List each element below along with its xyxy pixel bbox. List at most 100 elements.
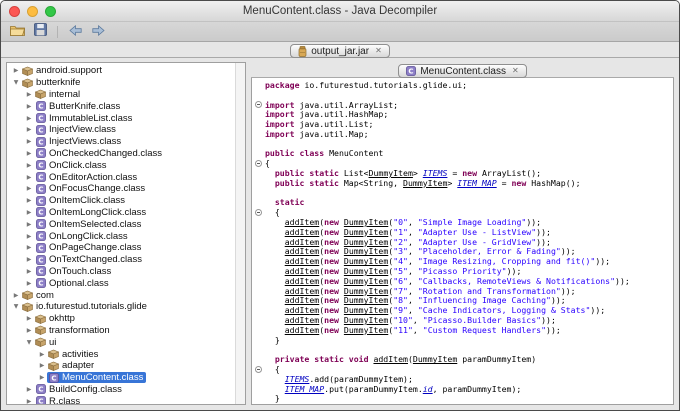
code-symbol-link[interactable]: DummyItem [403,178,447,188]
tree-item-io-futurestud-tutorials-glide[interactable]: ▼ io.futurestud.tutorials.glide [9,301,233,313]
chevron-right-icon[interactable]: ▶ [24,315,34,322]
chevron-right-icon[interactable]: ▶ [24,126,34,133]
code-symbol-link[interactable]: addItem [285,246,320,256]
code-symbol-link[interactable]: addItem [285,237,320,247]
code-symbol-link[interactable]: addItem [285,227,320,237]
code-symbol-link[interactable]: addItem [285,315,320,325]
tree-item-injectview-class[interactable]: ▶ C InjectView.class [9,124,233,136]
tree-item-onfocuschange-class[interactable]: ▶ C OnFocusChange.class [9,183,233,195]
code-symbol-link[interactable]: addItem [285,217,320,227]
tree-item-transformation[interactable]: ▶ transformation [9,325,233,337]
code-symbol-link[interactable]: DummyItem [344,246,388,256]
chevron-right-icon[interactable]: ▶ [24,185,34,192]
chevron-right-icon[interactable]: ▶ [24,150,34,157]
back-button[interactable] [66,24,84,40]
save-all-button[interactable] [31,22,49,40]
tree-item-ontouch-class[interactable]: ▶ C OnTouch.class [9,266,233,278]
code-symbol-link[interactable]: id [423,384,433,394]
tab-output-jar[interactable]: output_jar.jar ✕ [290,44,390,58]
tree-item-onitemselected-class[interactable]: ▶ C OnItemSelected.class [9,218,233,230]
tree-item-onpagechange-class[interactable]: ▶ C OnPageChange.class [9,242,233,254]
tree-item-adapter[interactable]: ▶ adapter [9,360,233,372]
chevron-right-icon[interactable]: ▶ [24,138,34,145]
chevron-right-icon[interactable]: ▶ [24,268,34,275]
fold-collapse-icon[interactable] [252,208,265,216]
chevron-right-icon[interactable]: ▶ [24,280,34,287]
title-bar[interactable]: MenuContent.class - Java Decompiler [1,1,679,22]
chevron-right-icon[interactable]: ▶ [37,362,47,369]
tree-item-ui[interactable]: ▼ ui [9,336,233,348]
code-symbol-link[interactable]: DummyItem [344,217,388,227]
chevron-right-icon[interactable]: ▶ [11,292,21,299]
code-symbol-link[interactable]: DummyItem [344,305,388,315]
code-symbol-link[interactable]: addItem [285,266,320,276]
tree-item-internal[interactable]: ▶ internal [9,89,233,101]
code-symbol-link[interactable]: ITEMS [285,374,310,384]
tree-item-immutablelist-class[interactable]: ▶ C ImmutableList.class [9,112,233,124]
code-symbol-link[interactable]: addItem [285,305,320,315]
code-editor[interactable]: package io.futurestud.tutorials.glide.ui… [251,78,674,405]
chevron-right-icon[interactable]: ▶ [24,174,34,181]
code-symbol-link[interactable]: DummyItem [344,256,388,266]
code-symbol-link[interactable]: DummyItem [344,266,388,276]
code-symbol-link[interactable]: DummyItem [413,354,457,364]
tree-item-oneditoraction-class[interactable]: ▶ C OnEditorAction.class [9,171,233,183]
minimize-button[interactable] [27,5,38,17]
tree-item-activities[interactable]: ▶ activities [9,348,233,360]
tree-item-buildconfig-class[interactable]: ▶ C BuildConfig.class [9,384,233,396]
forward-button[interactable] [89,24,107,40]
chevron-right-icon[interactable]: ▶ [37,351,47,358]
tree-item-butterknife[interactable]: ▼ butterknife [9,77,233,89]
code-symbol-link[interactable]: addItem [285,256,320,266]
code-symbol-link[interactable]: DummyItem [344,286,388,296]
code-symbol-link[interactable]: DummyItem [344,315,388,325]
fold-collapse-icon[interactable] [252,159,265,167]
chevron-right-icon[interactable]: ▶ [11,67,21,74]
code-symbol-link[interactable]: DummyItem [344,295,388,305]
fold-collapse-icon[interactable] [252,100,265,108]
chevron-right-icon[interactable]: ▶ [24,386,34,393]
code-symbol-link[interactable]: DummyItem [344,237,388,247]
chevron-right-icon[interactable]: ▶ [37,374,47,381]
code-symbol-link[interactable]: addItem [285,295,320,305]
code-symbol-link[interactable]: DummyItem [344,227,388,237]
tree-scrollbar[interactable] [235,63,245,404]
tree-item-oncheckedchanged-class[interactable]: ▶ C OnCheckedChanged.class [9,148,233,160]
tree-item-butterknife-class[interactable]: ▶ C ButterKnife.class [9,100,233,112]
close-icon[interactable]: ✕ [512,67,519,75]
chevron-down-icon[interactable]: ▼ [11,79,21,86]
code-symbol-link[interactable]: DummyItem [369,168,413,178]
code-symbol-link[interactable]: DummyItem [344,325,388,335]
tab-menucontent-class[interactable]: C MenuContent.class ✕ [398,64,527,78]
chevron-right-icon[interactable]: ▶ [24,91,34,98]
tree-item-com[interactable]: ▶ com [9,289,233,301]
tree-item-onclick-class[interactable]: ▶ C OnClick.class [9,159,233,171]
code-symbol-link[interactable]: addItem [373,354,408,364]
code-symbol-link[interactable]: addItem [285,276,320,286]
code-symbol-link[interactable]: ITEM_MAP [457,178,496,188]
chevron-right-icon[interactable]: ▶ [24,256,34,263]
fold-collapse-icon[interactable] [252,365,265,373]
tree-item-r-class[interactable]: ▶ C R.class [9,395,233,404]
tree-item-optional-class[interactable]: ▶ C Optional.class [9,277,233,289]
zoom-button[interactable] [45,5,56,17]
code-symbol-link[interactable]: DummyItem [344,276,388,286]
chevron-right-icon[interactable]: ▶ [24,162,34,169]
chevron-right-icon[interactable]: ▶ [24,244,34,251]
code-symbol-link[interactable]: ITEMS [423,168,448,178]
tree-item-ontextchanged-class[interactable]: ▶ C OnTextChanged.class [9,254,233,266]
tree-item-okhttp[interactable]: ▶ okhttp [9,313,233,325]
chevron-right-icon[interactable]: ▶ [24,233,34,240]
code-symbol-link[interactable]: addItem [285,325,320,335]
chevron-right-icon[interactable]: ▶ [24,221,34,228]
tree-item-onitemclick-class[interactable]: ▶ C OnItemClick.class [9,195,233,207]
code-symbol-link[interactable]: addItem [285,286,320,296]
code-symbol-link[interactable]: ITEM_MAP [285,384,324,394]
chevron-right-icon[interactable]: ▶ [24,209,34,216]
chevron-right-icon[interactable]: ▶ [24,103,34,110]
close-icon[interactable]: ✕ [375,47,382,55]
chevron-down-icon[interactable]: ▼ [11,303,21,310]
chevron-right-icon[interactable]: ▶ [24,197,34,204]
tree-item-menucontent-class[interactable]: ▶ C MenuContent.class [9,371,233,384]
chevron-right-icon[interactable]: ▶ [24,327,34,334]
